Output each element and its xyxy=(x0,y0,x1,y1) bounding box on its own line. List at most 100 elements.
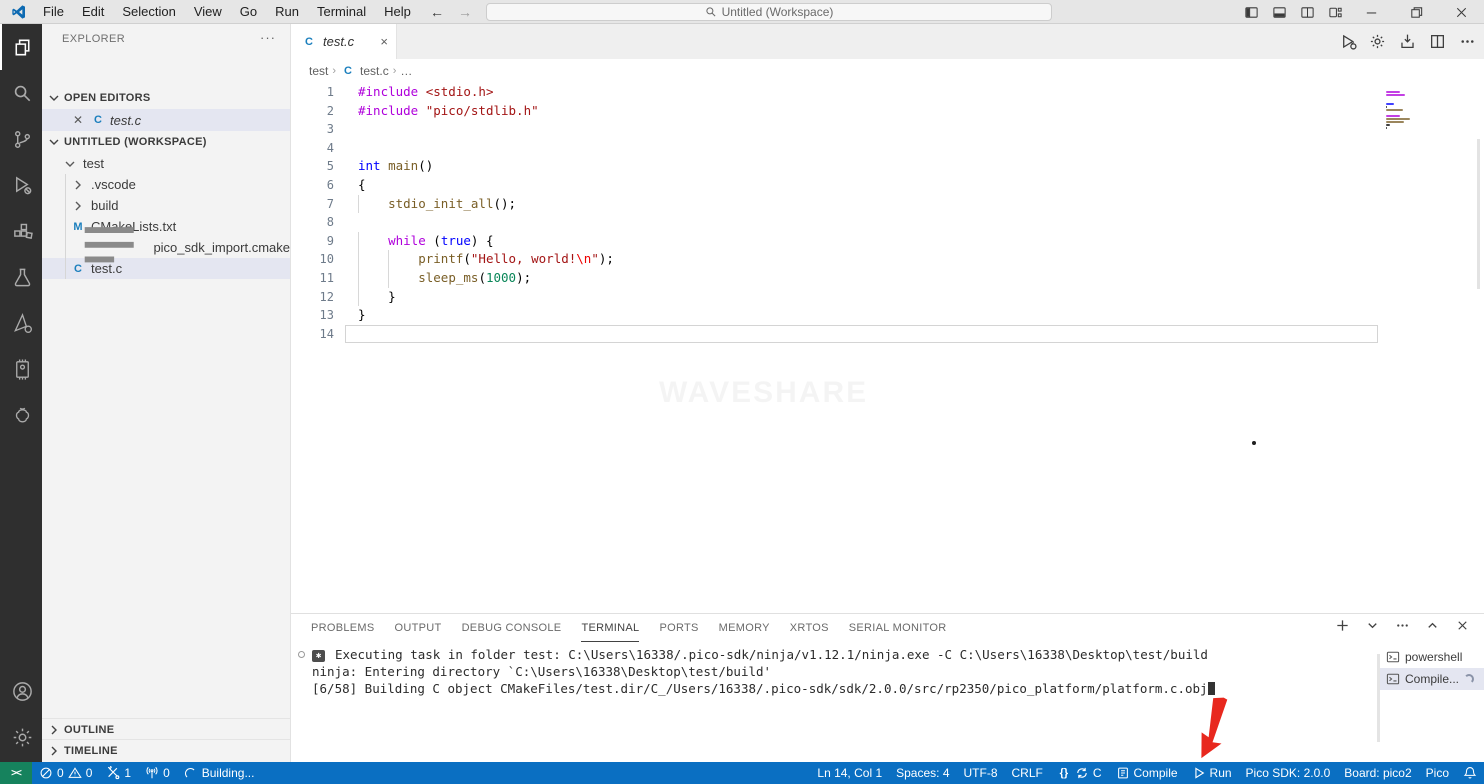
toolbar-split-editor[interactable] xyxy=(1429,33,1446,50)
tab-test-c[interactable]: C test.c × xyxy=(291,24,397,59)
toolbar-run-or-debug[interactable]: ⌄ xyxy=(1340,33,1356,50)
activity-bar-source-control[interactable] xyxy=(0,116,42,162)
tree-folder-test[interactable]: test xyxy=(42,153,290,174)
terminal-output[interactable]: ✱ Executing task in folder test: C:\User… xyxy=(291,646,1380,762)
tab-close-icon[interactable]: × xyxy=(380,34,388,49)
activity-bar-run-and-debug[interactable] xyxy=(0,162,42,208)
code-line-5[interactable]: 5int main() xyxy=(291,157,1484,176)
panel-action-more[interactable] xyxy=(1395,618,1410,638)
code-line-3[interactable]: 3 xyxy=(291,120,1484,139)
menu-selection[interactable]: Selection xyxy=(113,0,184,23)
panel-tab-xrtos[interactable]: XRTOS xyxy=(790,614,829,642)
code-line-7[interactable]: 7 stdio_init_all(); xyxy=(291,195,1484,214)
tree-item-.vscode[interactable]: .vscode xyxy=(42,174,290,195)
panel-tab-serial-monitor[interactable]: SERIAL MONITOR xyxy=(849,614,947,642)
chevron-down-icon xyxy=(46,134,62,150)
window-close-icon[interactable] xyxy=(1439,0,1484,24)
toolbar-more-actions[interactable] xyxy=(1459,33,1476,50)
code-line-12[interactable]: 12 } xyxy=(291,288,1484,307)
activity-bar-extensions[interactable] xyxy=(0,208,42,254)
status-cursor-position[interactable]: Ln 14, Col 1 xyxy=(810,762,889,784)
panel-action-maximize-panel[interactable] xyxy=(1425,618,1440,638)
panel-tab-terminal[interactable]: TERMINAL xyxy=(581,614,639,642)
code-line-11[interactable]: 11 sleep_ms(1000); xyxy=(291,269,1484,288)
status-tasks[interactable]: 1 xyxy=(99,762,138,784)
spinner-icon xyxy=(184,766,198,780)
activity-bar-cmake[interactable] xyxy=(0,300,42,346)
status-compile[interactable]: Compile xyxy=(1109,762,1185,784)
menu-edit[interactable]: Edit xyxy=(73,0,113,23)
tree-item-pico_sdk_import.cmake[interactable]: pico_sdk_import.cmake xyxy=(42,237,290,258)
code-editor[interactable]: 1#include <stdio.h> 2#include "pico/stdl… xyxy=(291,83,1484,613)
status-run[interactable]: Run xyxy=(1185,762,1239,784)
status-board[interactable]: Board: pico2 xyxy=(1337,762,1418,784)
workspace-header[interactable]: UNTITLED (WORKSPACE) xyxy=(42,131,290,153)
open-editor-test.c[interactable]: ✕ C test.c xyxy=(42,109,290,131)
activity-bar-pico-board[interactable] xyxy=(0,346,42,392)
activity-bar-search[interactable] xyxy=(0,70,42,116)
remote-indicator[interactable]: >< xyxy=(0,762,32,784)
status-pico[interactable]: Pico xyxy=(1419,762,1456,784)
panel-action-launch-profile[interactable] xyxy=(1365,618,1380,638)
panel-action-new-terminal[interactable] xyxy=(1335,618,1350,638)
panel-tab-problems[interactable]: PROBLEMS xyxy=(311,614,375,642)
status-pico-sdk[interactable]: Pico SDK: 2.0.0 xyxy=(1239,762,1338,784)
sidebar-more-actions[interactable]: ··· xyxy=(260,30,276,45)
layout-split-icon[interactable] xyxy=(1293,0,1321,24)
code-line-13[interactable]: 13} xyxy=(291,306,1484,325)
code-line-4[interactable]: 4 xyxy=(291,139,1484,158)
outline-header[interactable]: OUTLINE xyxy=(42,719,290,741)
minimize-icon[interactable] xyxy=(1349,0,1394,24)
menu-file[interactable]: File xyxy=(34,0,73,23)
close-icon[interactable]: ✕ xyxy=(70,112,86,128)
panel-action-close-panel[interactable] xyxy=(1455,618,1470,638)
status-problems[interactable]: 00 xyxy=(32,762,99,784)
activity-bar-raspberry-pi[interactable] xyxy=(0,392,42,438)
activity-bar-explorer[interactable] xyxy=(0,24,42,70)
layout-grid-icon[interactable] xyxy=(1321,0,1349,24)
status-indentation[interactable]: Spaces: 4 xyxy=(889,762,956,784)
status-language-mode[interactable]: {}C xyxy=(1050,762,1109,784)
panel-tab-debug-console[interactable]: DEBUG CONSOLE xyxy=(462,614,562,642)
toolbar-settings[interactable] xyxy=(1369,33,1386,50)
command-center-search[interactable]: Untitled (Workspace) xyxy=(486,3,1052,21)
terminal-instance-powershell[interactable]: powershell xyxy=(1380,646,1484,668)
code-line-1[interactable]: 1#include <stdio.h> xyxy=(291,83,1484,102)
menu-go[interactable]: Go xyxy=(231,0,266,23)
menu-terminal[interactable]: Terminal xyxy=(308,0,375,23)
arrow-right-icon[interactable]: → xyxy=(458,4,472,20)
minimap[interactable] xyxy=(1386,91,1410,133)
activity-bar-testing[interactable] xyxy=(0,254,42,300)
layout-sidebar-icon[interactable] xyxy=(1237,0,1265,24)
code-line-14[interactable]: 14 xyxy=(291,325,1484,344)
status-notifications[interactable] xyxy=(1456,762,1484,784)
status-eol[interactable]: CRLF xyxy=(1005,762,1050,784)
toolbar-flash[interactable] xyxy=(1399,33,1416,50)
code-line-9[interactable]: 9 while (true) { xyxy=(291,232,1484,251)
editor-scrollbar[interactable] xyxy=(1477,139,1480,289)
panel-tab-memory[interactable]: MEMORY xyxy=(719,614,770,642)
activity-bar-manage[interactable] xyxy=(0,714,42,760)
breadcrumb-item[interactable]: test xyxy=(309,64,328,78)
code-line-2[interactable]: 2#include "pico/stdlib.h" xyxy=(291,102,1484,121)
breadcrumb-item[interactable]: Ctest.c xyxy=(340,64,389,78)
activity-bar-accounts[interactable] xyxy=(0,668,42,714)
arrow-left-icon[interactable]: ← xyxy=(430,4,444,20)
menu-help[interactable]: Help xyxy=(375,0,420,23)
timeline-header[interactable]: TIMELINE xyxy=(42,740,290,762)
panel-tab-ports[interactable]: PORTS xyxy=(659,614,698,642)
code-line-6[interactable]: 6{ xyxy=(291,176,1484,195)
status-building[interactable]: Building... xyxy=(177,762,262,784)
status-encoding[interactable]: UTF-8 xyxy=(957,762,1005,784)
open-editors-header[interactable]: OPEN EDITORS xyxy=(42,87,290,109)
restore-icon[interactable] xyxy=(1394,0,1439,24)
status-ports[interactable]: 0 xyxy=(138,762,177,784)
breadcrumb-item[interactable]: … xyxy=(400,64,412,78)
code-line-8[interactable]: 8 xyxy=(291,213,1484,232)
layout-panel-icon[interactable] xyxy=(1265,0,1293,24)
menu-run[interactable]: Run xyxy=(266,0,308,23)
panel-tab-output[interactable]: OUTPUT xyxy=(395,614,442,642)
terminal-instance-Compile[interactable]: Compile... xyxy=(1380,668,1484,690)
code-line-10[interactable]: 10 printf("Hello, world!\n"); xyxy=(291,250,1484,269)
menu-view[interactable]: View xyxy=(185,0,231,23)
